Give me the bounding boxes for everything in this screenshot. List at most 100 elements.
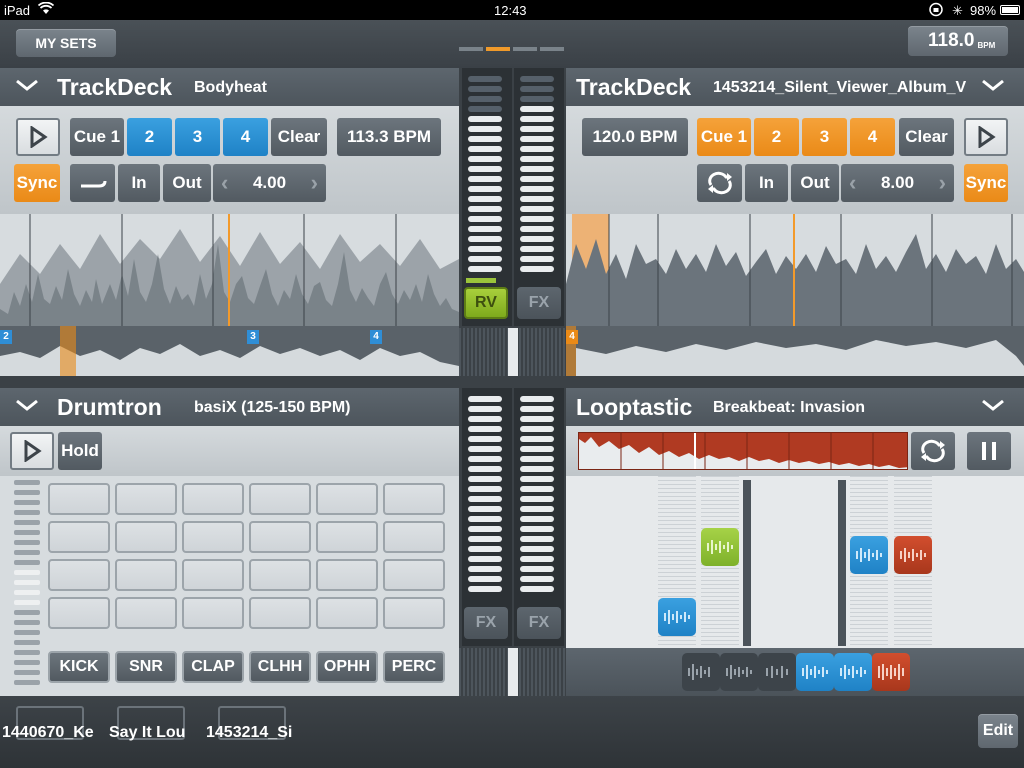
deck-left-loop-toggle[interactable] [70, 164, 115, 202]
drum-pad[interactable] [316, 597, 378, 629]
deck-right-track[interactable]: 1453214_Silent_Viewer_Album_V [713, 79, 966, 97]
deck-right-overview[interactable]: 4 [566, 326, 1024, 376]
drum-pad[interactable] [249, 597, 311, 629]
drum-pad[interactable] [48, 483, 110, 515]
drum-pad[interactable] [115, 483, 177, 515]
collapse-chevron-icon[interactable] [980, 78, 1006, 97]
drum-kick[interactable]: KICK [48, 651, 110, 683]
drum-pad[interactable] [48, 521, 110, 553]
deck-left-cue-2[interactable]: 2 [127, 118, 172, 156]
chevron-right-icon[interactable]: › [311, 170, 318, 196]
deck-left-track[interactable]: Bodyheat [194, 79, 267, 97]
deck-left-sync-button[interactable]: Sync [14, 164, 60, 202]
deck-left-cue-marker-4[interactable]: 4 [370, 330, 382, 344]
drum-snr[interactable]: SNR [115, 651, 177, 683]
drum-pad[interactable] [249, 521, 311, 553]
fx-button-bottom-right[interactable]: FX [517, 607, 561, 639]
drum-pad[interactable] [182, 521, 244, 553]
deck-right-cue-4[interactable]: 4 [850, 118, 895, 156]
deck-left-waveform[interactable] [0, 214, 459, 326]
deck-right-sync-button[interactable]: Sync [964, 164, 1008, 202]
deck-left-cue-4[interactable]: 4 [223, 118, 268, 156]
drum-pad[interactable] [182, 483, 244, 515]
crossfader-bottom[interactable] [459, 648, 566, 696]
loop-tile-red[interactable] [894, 536, 932, 574]
chevron-right-icon[interactable]: › [939, 170, 946, 196]
deck-left-loop-length[interactable]: ‹ 4.00 › [213, 164, 326, 202]
deck-left-cue-marker-2[interactable]: 2 [0, 330, 12, 344]
deck-right-waveform[interactable] [566, 214, 1024, 326]
drum-clhh[interactable]: CLHH [249, 651, 311, 683]
chevron-left-icon[interactable]: ‹ [221, 170, 228, 196]
loop-tile-blue-2[interactable] [850, 536, 888, 574]
drumtron-play-button[interactable] [10, 432, 54, 470]
my-sets-button[interactable]: MY SETS [16, 29, 116, 57]
drum-pad[interactable] [383, 559, 445, 591]
drum-pad[interactable] [182, 597, 244, 629]
drum-pad[interactable] [115, 597, 177, 629]
tray-loop-6[interactable] [872, 653, 910, 691]
drum-pad[interactable] [48, 559, 110, 591]
drum-pad[interactable] [316, 483, 378, 515]
chevron-left-icon[interactable]: ‹ [849, 170, 856, 196]
looptastic-loop-name[interactable]: Breakbeat: Invasion [713, 399, 865, 417]
collapse-chevron-icon[interactable] [14, 78, 40, 97]
deck-right-cue-1[interactable]: Cue 1 [697, 118, 751, 156]
drum-perc[interactable]: PERC [383, 651, 445, 683]
deck-right-loop-toggle[interactable] [697, 164, 742, 202]
deck-right-loop-length[interactable]: ‹ 8.00 › [841, 164, 954, 202]
drum-pad[interactable] [182, 559, 244, 591]
crossfader-handle[interactable] [508, 328, 518, 376]
drum-pad[interactable] [316, 559, 378, 591]
fx-button-bottom-left[interactable]: FX [464, 607, 508, 639]
deck-left-play-button[interactable] [16, 118, 60, 156]
deck-right-out-button[interactable]: Out [791, 164, 839, 202]
drum-clap[interactable]: CLAP [182, 651, 244, 683]
looptastic-loop-button[interactable] [911, 432, 955, 470]
drum-pad[interactable] [249, 483, 311, 515]
drumtron-hold-button[interactable]: Hold [58, 432, 102, 470]
tray-loop-2[interactable] [720, 653, 758, 691]
drum-pad[interactable] [249, 559, 311, 591]
set-item-3[interactable]: 1453214_Si [206, 724, 292, 742]
drum-pad[interactable] [383, 597, 445, 629]
drum-pad[interactable] [383, 521, 445, 553]
set-item-1[interactable]: 1440670_Ke [2, 724, 94, 742]
tray-loop-5[interactable] [834, 653, 872, 691]
deck-left-bpm[interactable]: 113.3 BPM [337, 118, 441, 156]
drum-pad[interactable] [48, 597, 110, 629]
loop-tile-blue[interactable] [658, 598, 696, 636]
fx-button-top[interactable]: FX [517, 287, 561, 319]
drum-pad[interactable] [383, 483, 445, 515]
crossfader-bottom-handle[interactable] [508, 648, 518, 696]
tray-loop-3[interactable] [758, 653, 796, 691]
tray-loop-4[interactable] [796, 653, 834, 691]
deck-right-bpm[interactable]: 120.0 BPM [582, 118, 688, 156]
deck-right-play-button[interactable] [964, 118, 1008, 156]
deck-right-clear-button[interactable]: Clear [899, 118, 954, 156]
deck-left-in-button[interactable]: In [118, 164, 160, 202]
edit-button[interactable]: Edit [978, 714, 1018, 748]
deck-right-cue-2[interactable]: 2 [754, 118, 799, 156]
rv-button[interactable]: RV [464, 287, 508, 319]
deck-right-in-button[interactable]: In [745, 164, 788, 202]
deck-left-cue-marker-3[interactable]: 3 [247, 330, 259, 344]
crossfader[interactable] [459, 328, 566, 376]
deck-left-overview[interactable]: 2 3 4 [0, 326, 459, 376]
loop-tile-green[interactable] [701, 528, 739, 566]
deck-left-out-button[interactable]: Out [163, 164, 211, 202]
drum-pad[interactable] [115, 559, 177, 591]
drumtron-volume-slider[interactable] [14, 480, 40, 692]
drum-pad[interactable] [316, 521, 378, 553]
collapse-chevron-icon[interactable] [980, 398, 1006, 417]
tray-loop-1[interactable] [682, 653, 720, 691]
drumtron-kit[interactable]: basiX (125-150 BPM) [194, 399, 351, 417]
deck-left-cue-3[interactable]: 3 [175, 118, 220, 156]
deck-left-clear-button[interactable]: Clear [271, 118, 327, 156]
set-item-2[interactable]: Say It Lou [109, 724, 185, 742]
drum-ophh[interactable]: OPHH [316, 651, 378, 683]
looptastic-loop-waveform[interactable] [578, 432, 908, 470]
collapse-chevron-icon[interactable] [14, 398, 40, 417]
looptastic-pause-button[interactable] [967, 432, 1011, 470]
deck-right-cue-3[interactable]: 3 [802, 118, 847, 156]
